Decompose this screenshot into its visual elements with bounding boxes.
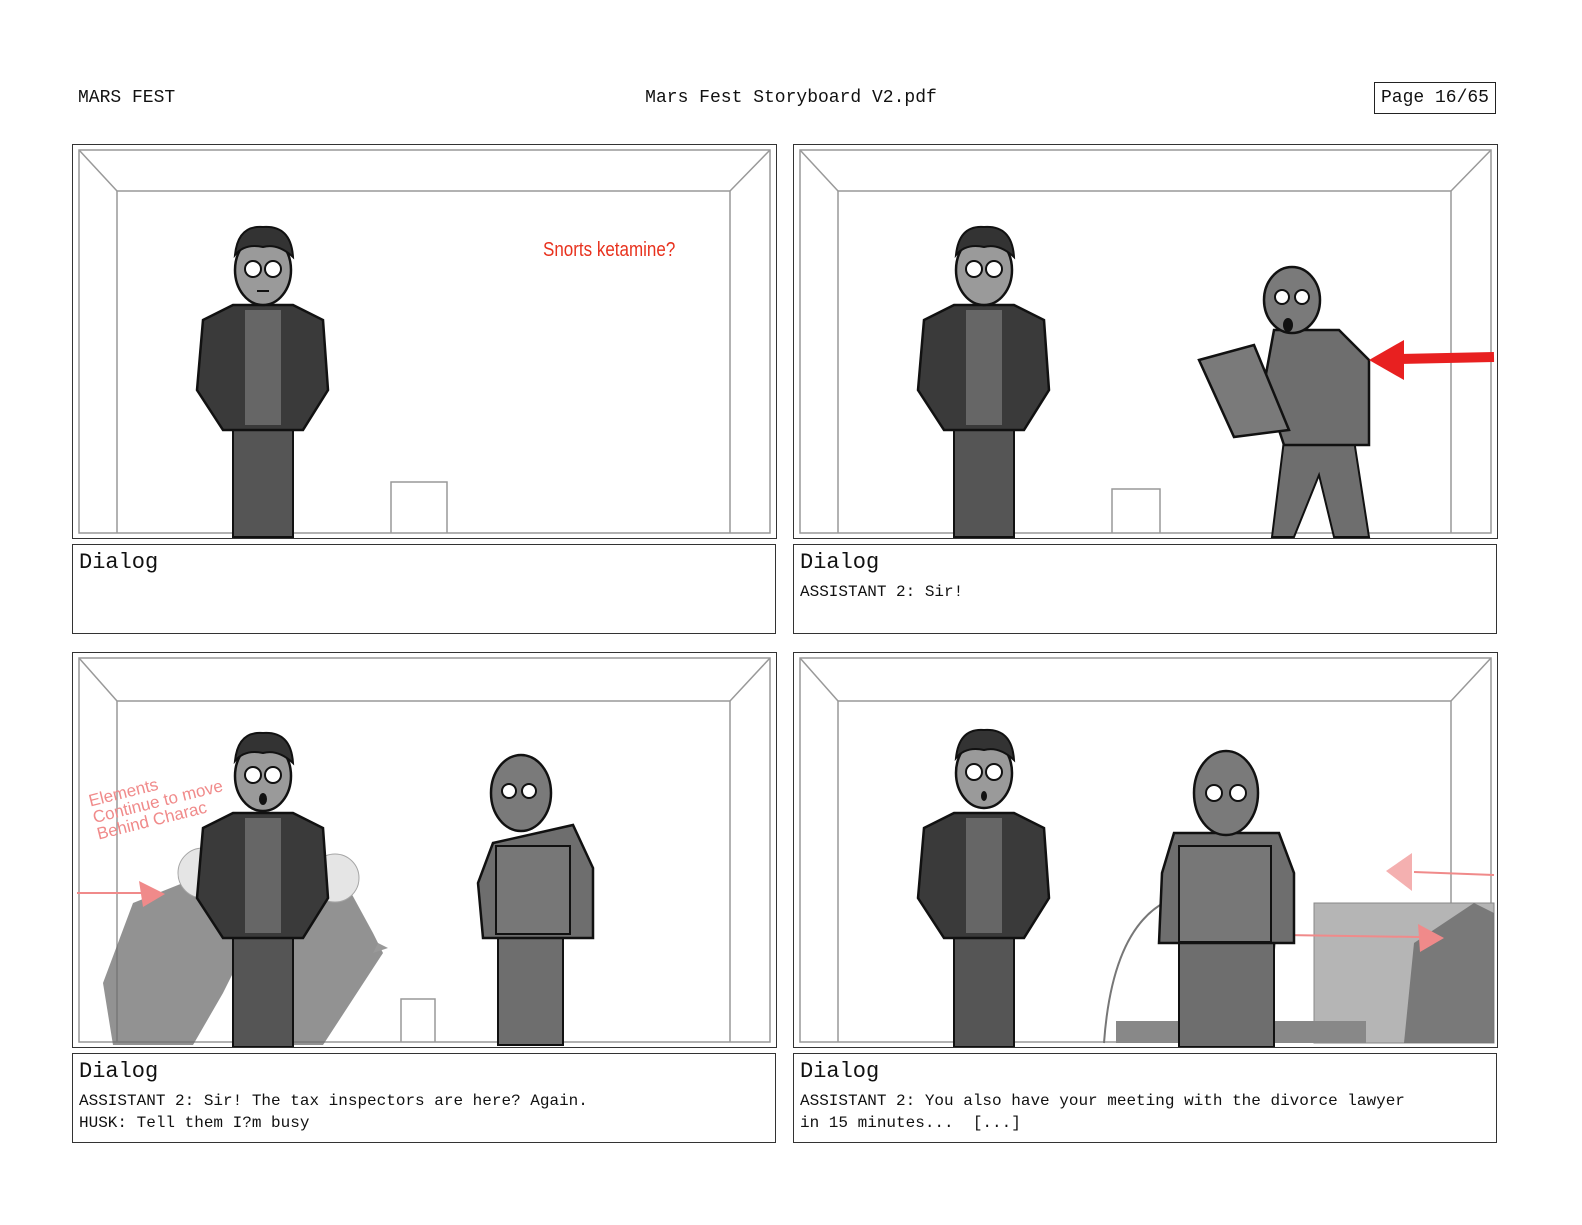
storyboard-frame-2 xyxy=(793,144,1498,539)
character-assistant-2 xyxy=(476,753,595,1046)
storyboard-frame-4 xyxy=(793,652,1498,1048)
frame-2-drawing xyxy=(799,149,1495,538)
annotation-snorts-ketamine: Snorts ketamine? xyxy=(543,239,676,261)
frame-4-drawing xyxy=(799,657,1495,1047)
character-husk xyxy=(195,225,330,538)
dialog-title: Dialog xyxy=(800,1059,880,1084)
dialog-line: ASSISTANT 2: Sir! xyxy=(800,583,964,601)
storyboard-frame-1: Snorts ketamine? xyxy=(72,144,777,539)
frame-3-drawing xyxy=(77,657,771,1047)
character-assistant-2 xyxy=(1157,749,1296,1047)
character-assistant-2 xyxy=(1197,265,1371,538)
dialog-line: in 15 minutes... [...] xyxy=(800,1114,1021,1132)
character-husk xyxy=(916,728,1051,1047)
dialog-title: Dialog xyxy=(800,550,880,575)
dialog-box-3: Dialog ASSISTANT 2: Sir! The tax inspect… xyxy=(72,1053,776,1143)
dialog-line: ASSISTANT 2: Sir! The tax inspectors are… xyxy=(79,1092,588,1110)
dialog-title: Dialog xyxy=(79,1059,159,1084)
dialog-line: ASSISTANT 2: You also have your meeting … xyxy=(800,1092,1405,1110)
arrow-motion-left xyxy=(1369,340,1495,380)
dialog-box-1: Dialog xyxy=(72,544,776,634)
document-title: Mars Fest Storyboard V2.pdf xyxy=(645,88,937,108)
character-husk xyxy=(916,225,1051,538)
storyboard-frame-3: Elements Continue to move Behind Charac xyxy=(72,652,777,1048)
dialog-line: HUSK: Tell them I?m busy xyxy=(79,1114,310,1132)
dialog-box-2: Dialog ASSISTANT 2: Sir! xyxy=(793,544,1497,634)
page-number-badge: Page 16/65 xyxy=(1373,82,1496,114)
dialog-title: Dialog xyxy=(79,550,159,575)
dialog-box-4: Dialog ASSISTANT 2: You also have your m… xyxy=(793,1053,1497,1143)
frame-1-drawing xyxy=(78,149,771,538)
